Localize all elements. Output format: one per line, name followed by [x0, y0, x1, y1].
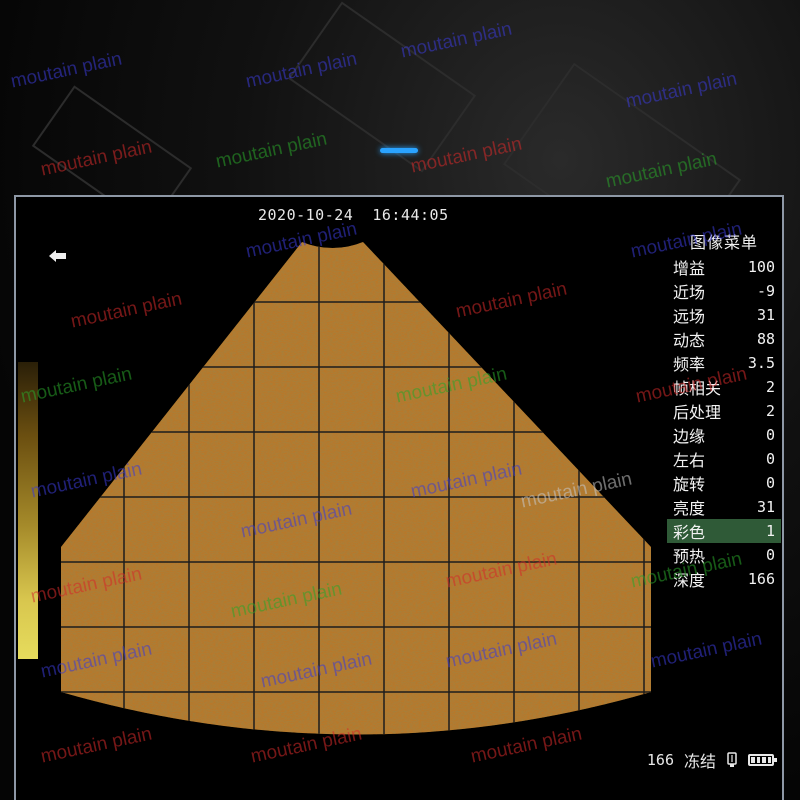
menu-item-label: 动态: [673, 331, 706, 350]
ultrasound-scan-image: [61, 242, 651, 735]
menu-item[interactable]: 频率 3.5: [667, 351, 781, 375]
menu-item-label: 远场: [673, 307, 706, 326]
menu-item-label: 左右: [673, 451, 706, 470]
menu-item[interactable]: 彩色 1: [667, 519, 781, 543]
menu-item-value: -9: [756, 282, 775, 300]
image-menu-title: 图像菜单: [689, 233, 758, 252]
menu-item-value: 0: [765, 450, 775, 468]
image-menu-list: 增益 100 近场 -9 远场 31 动态 88 频率 3.5 帧相关 2 后处理 2 边缘 0 左右 0 旋转 0 亮…: [667, 255, 781, 591]
menu-item-label: 边缘: [673, 427, 706, 446]
menu-item[interactable]: 深度 166: [667, 567, 781, 591]
menu-item-value: 100: [747, 258, 775, 276]
device-indicator-light: [380, 148, 418, 153]
menu-item-value: 31: [756, 498, 775, 516]
menu-item[interactable]: 预热 0: [667, 543, 781, 567]
menu-item-label: 亮度: [673, 499, 706, 518]
menu-item[interactable]: 增益 100: [667, 255, 781, 279]
menu-item[interactable]: 亮度 31: [667, 495, 781, 519]
battery-cell: [762, 757, 766, 763]
menu-item-value: 0: [765, 474, 775, 492]
menu-item-label: 旋转: [673, 475, 706, 494]
menu-item-value: 3.5: [747, 354, 775, 372]
menu-item-value: 1: [765, 522, 775, 540]
menu-item-value: 0: [765, 426, 775, 444]
depth-readout: 166: [646, 751, 674, 769]
menu-item-label: 近场: [673, 283, 706, 302]
menu-item[interactable]: 动态 88: [667, 327, 781, 351]
image-menu-panel: 图像菜单 增益 100 近场 -9 远场 31 动态 88 频率 3.5 帧相关 2 后处理 2 边缘 0 左右…: [667, 231, 781, 593]
status-bar: 166 冻结: [646, 748, 777, 772]
battery-cell: [767, 757, 771, 763]
battery-cell: [756, 757, 760, 763]
menu-item-label: 帧相关: [673, 379, 722, 398]
menu-item[interactable]: 左右 0: [667, 447, 781, 471]
menu-item[interactable]: 后处理 2: [667, 399, 781, 423]
menu-item-value: 166: [747, 570, 775, 588]
menu-item-label: 后处理: [673, 403, 722, 422]
menu-item-value: 2: [765, 378, 775, 396]
menu-item[interactable]: 边缘 0: [667, 423, 781, 447]
scan-sector: [61, 242, 651, 735]
menu-item[interactable]: 旋转 0: [667, 471, 781, 495]
menu-item[interactable]: 帧相关 2: [667, 375, 781, 399]
menu-item[interactable]: 近场 -9: [667, 279, 781, 303]
datetime-display: 2020-10-24 16:44:05: [258, 206, 449, 224]
battery-cell: [751, 757, 755, 763]
background-shape: [287, 1, 477, 173]
menu-item-value: 88: [756, 330, 775, 348]
menu-item-value: 31: [756, 306, 775, 324]
probe-icon: [727, 752, 737, 767]
menu-item-label: 彩色: [673, 523, 706, 542]
menu-item[interactable]: 远场 31: [667, 303, 781, 327]
menu-item-label: 深度: [673, 571, 706, 590]
menu-item-label: 增益: [673, 259, 706, 278]
menu-item-label: 频率: [673, 355, 706, 374]
menu-item-value: 2: [765, 402, 775, 420]
ultrasound-screen: 2020-10-24 16:44:05 图像菜单 增益 100 近场 -9 远场…: [14, 195, 784, 800]
battery-icon: [748, 754, 777, 766]
freeze-button[interactable]: 冻结: [684, 748, 716, 772]
menu-item-label: 预热: [673, 547, 706, 566]
menu-item-value: 0: [765, 546, 775, 564]
gray-scale-color-bar: [18, 362, 38, 659]
